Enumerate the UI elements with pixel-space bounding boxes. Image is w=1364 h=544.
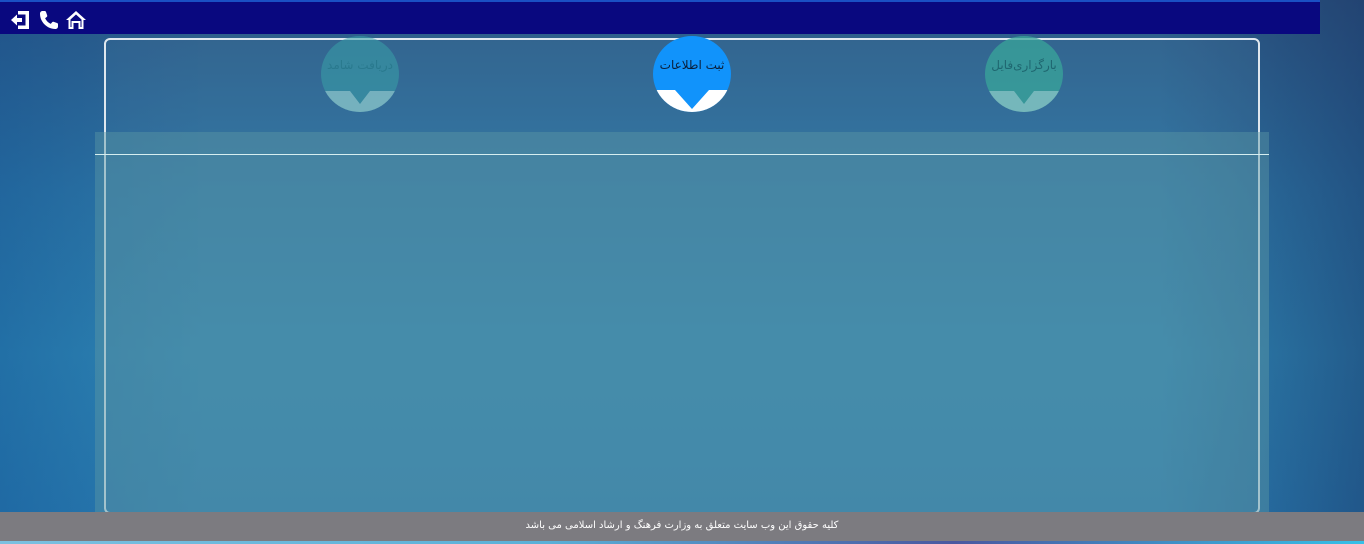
step-register-info[interactable]: ثبت اطلاعات — [653, 36, 731, 112]
home-icon[interactable] — [65, 9, 87, 31]
step-arrow-icon — [985, 91, 1063, 112]
logout-icon[interactable] — [9, 9, 31, 31]
step-arrow-icon — [321, 91, 399, 112]
top-navigation-bar — [0, 0, 1320, 34]
step-label: بارگزاری‌فایل — [991, 58, 1057, 72]
step-label: دریافت شامد — [327, 58, 393, 72]
copyright-text: کلیه حقوق این وب سایت متعلق به وزارت فره… — [525, 520, 839, 531]
content-divider — [95, 154, 1269, 155]
step-receive-shamed[interactable]: دریافت شامد — [321, 36, 399, 112]
step-arrow-icon — [653, 90, 731, 112]
phone-icon[interactable] — [38, 9, 60, 31]
footer: کلیه حقوق این وب سایت متعلق به وزارت فره… — [0, 512, 1364, 541]
step-upload-file[interactable]: بارگزاری‌فایل — [985, 36, 1063, 112]
step-content-area — [95, 132, 1269, 512]
step-label: ثبت اطلاعات — [659, 58, 725, 72]
